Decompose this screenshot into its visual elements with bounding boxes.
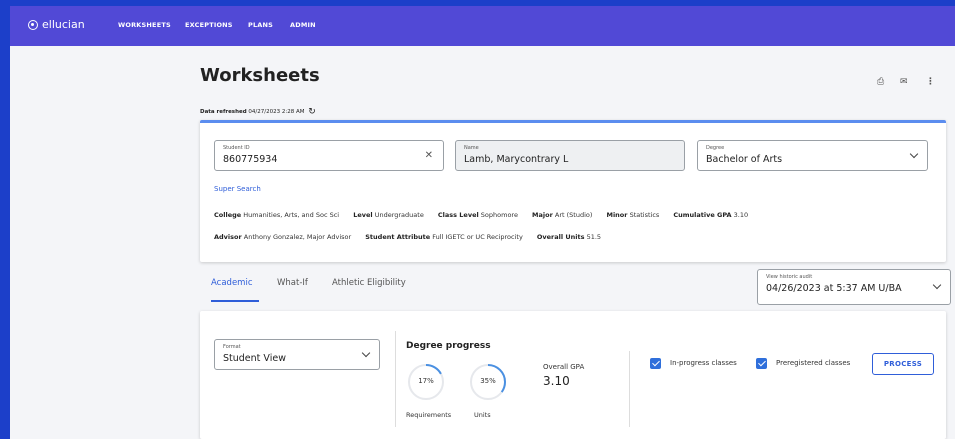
nav-admin[interactable]: ADMIN: [290, 21, 316, 29]
info-cumulative-gpa: Cumulative GPA 3.10: [673, 211, 749, 219]
divider: [629, 351, 630, 427]
preregistered-label[interactable]: Preregistered classes: [776, 359, 850, 367]
refreshed-value: 04/27/2023 2:28 AM: [248, 109, 305, 115]
chevron-down-icon: [361, 348, 371, 358]
info-major: Major Art (Studio): [532, 211, 593, 219]
nav-exceptions[interactable]: EXCEPTIONS: [185, 21, 233, 29]
audit-card: Format Student View Degree progress 17% …: [200, 311, 946, 439]
student-id-field[interactable]: Student ID 860775934 ✕: [214, 140, 444, 171]
tab-what-if[interactable]: What-If: [277, 278, 308, 288]
degree-value: Bachelor of Arts: [706, 154, 783, 165]
more-options-icon[interactable]: ⋮: [926, 77, 935, 87]
ellucian-logo-icon: [28, 19, 38, 30]
units-label: Units: [474, 411, 491, 419]
info-level: Level Undergraduate: [353, 211, 424, 219]
app-frame: ellucian WORKSHEETS EXCEPTIONS PLANS ADM…: [10, 6, 955, 439]
degree-label: Degree: [706, 145, 725, 151]
format-select[interactable]: Format Student View: [214, 339, 380, 370]
info-student-attribute: Student Attribute Full IGETC or UC Recip…: [365, 233, 523, 241]
historic-audit-label: View historic audit: [766, 274, 813, 280]
active-tab-indicator: [211, 300, 259, 302]
requirements-progress-ring: 17%: [407, 363, 445, 401]
degree-progress-title: Degree progress: [406, 341, 491, 351]
requirements-label: Requirements: [406, 411, 452, 419]
nav-worksheets[interactable]: WORKSHEETS: [118, 21, 171, 29]
info-minor: Minor Statistics: [606, 211, 660, 219]
student-info-row-2: Advisor Anthony Gonzalez, Major Advisor …: [214, 233, 613, 241]
chevron-down-icon: [909, 149, 919, 159]
overall-gpa-label: Overall GPA: [543, 363, 585, 371]
name-label: Name: [464, 145, 479, 151]
refreshed-label: Data refreshed: [200, 109, 247, 115]
units-percent: 35%: [480, 377, 496, 385]
process-button[interactable]: PROCESS: [872, 353, 934, 375]
student-info-row-1: College Humanities, Arts, and Soc Sci Le…: [214, 211, 760, 219]
brand-name: ellucian: [42, 18, 85, 31]
units-progress-ring: 35%: [469, 363, 507, 401]
degree-select[interactable]: Degree Bachelor of Arts: [697, 140, 928, 171]
print-icon[interactable]: ⎙: [877, 77, 884, 87]
name-value: Lamb, Marycontrary L: [464, 154, 569, 165]
clear-icon[interactable]: ✕: [425, 150, 433, 161]
student-card: Student ID 860775934 ✕ Name Lamb, Maryco…: [200, 120, 946, 262]
nav-plans[interactable]: PLANS: [248, 21, 273, 29]
info-overall-units: Overall Units 51.5: [536, 233, 602, 241]
page-title: Worksheets: [200, 65, 320, 86]
inprogress-label[interactable]: In-progress classes: [670, 359, 737, 367]
overall-gpa-value: 3.10: [543, 374, 570, 388]
tab-athletic-eligibility[interactable]: Athletic Eligibility: [332, 278, 406, 288]
inprogress-checkbox[interactable]: [650, 358, 661, 369]
info-class-level: Class Level Sophomore: [437, 211, 518, 219]
historic-audit-value: 04/26/2023 at 5:37 AM U/BA: [766, 283, 902, 294]
name-field: Name Lamb, Marycontrary L: [455, 140, 685, 171]
format-label: Format: [223, 344, 241, 350]
preregistered-checkbox[interactable]: [756, 358, 767, 369]
chevron-down-icon: [932, 280, 942, 290]
data-refreshed: Data refreshed 04/27/2023 2:28 AM ↻: [200, 107, 316, 117]
tab-academic[interactable]: Academic: [211, 278, 253, 288]
refresh-icon[interactable]: ↻: [308, 107, 316, 117]
ellucian-logo[interactable]: ellucian: [28, 18, 85, 31]
divider: [395, 331, 396, 427]
email-icon[interactable]: ✉: [900, 77, 908, 87]
super-search-link[interactable]: Super Search: [214, 185, 261, 193]
requirements-percent: 17%: [418, 377, 434, 385]
student-id-value: 860775934: [223, 154, 278, 165]
format-value: Student View: [223, 353, 286, 364]
top-navigation-bar: ellucian WORKSHEETS EXCEPTIONS PLANS ADM…: [10, 6, 955, 46]
info-college: College Humanities, Arts, and Soc Sci: [214, 211, 340, 219]
historic-audit-select[interactable]: View historic audit 04/26/2023 at 5:37 A…: [757, 269, 951, 305]
info-advisor: Advisor Anthony Gonzalez, Major Advisor: [214, 233, 352, 241]
student-id-label: Student ID: [223, 145, 250, 151]
